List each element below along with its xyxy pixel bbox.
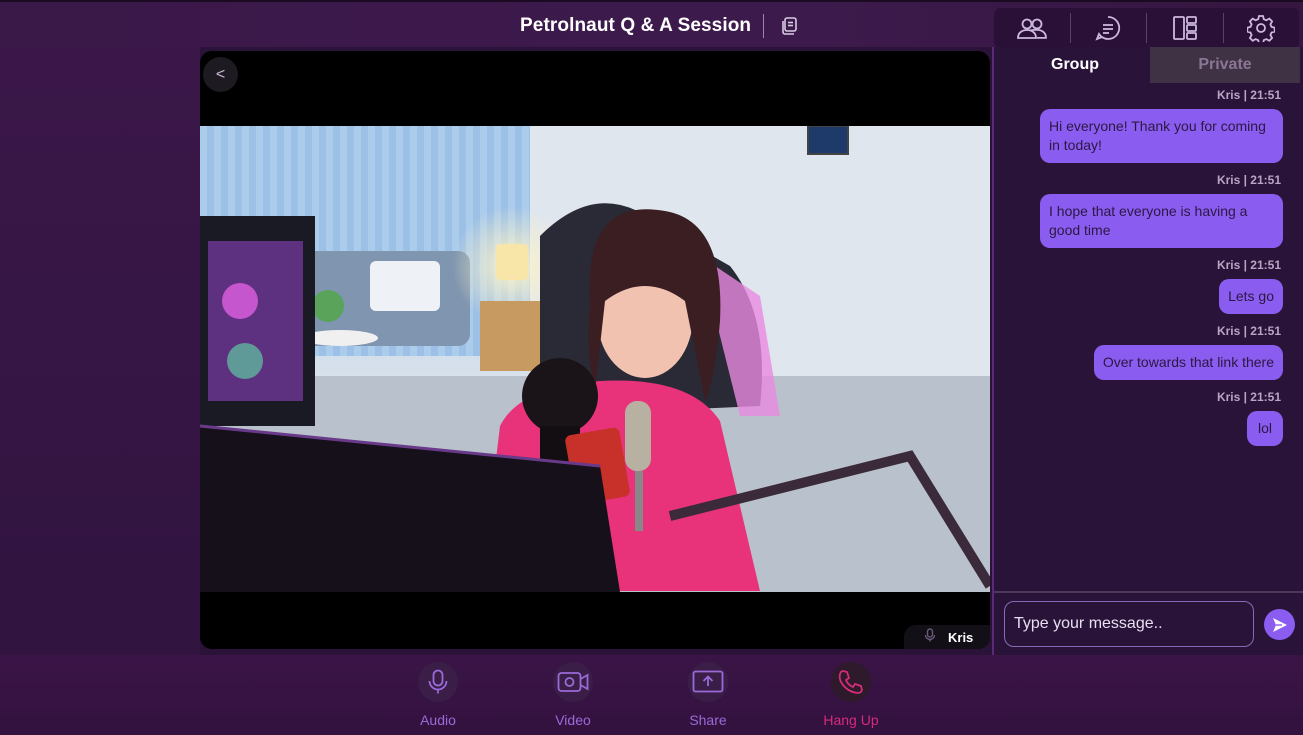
chat-panel: Group Private Kris | 21:51 Hi everyone! … [992,47,1303,655]
video-label: Video [555,712,591,728]
message-meta: Kris | 21:51 [1216,88,1281,102]
video-feed [200,126,990,592]
participants-icon[interactable] [994,8,1070,48]
bottom-controls: Audio Video Share Hang Up [0,655,1303,735]
camera-icon[interactable] [553,662,593,702]
title-area: Petrolnaut Q & A Session [520,12,802,40]
chat-tabs: Group Private [1000,47,1300,83]
message-meta: Kris | 21:51 [1216,258,1281,272]
tab-private[interactable]: Private [1150,47,1300,83]
share-control[interactable]: Share [668,662,748,728]
audio-control[interactable]: Audio [398,662,478,728]
chat-divider [994,591,1303,593]
message-bubble: Hi everyone! Thank you for coming in tod… [1040,109,1283,163]
back-button[interactable]: < [203,57,238,92]
chat-icon[interactable] [1071,8,1147,48]
page-title: Petrolnaut Q & A Session [520,15,752,36]
video-area: < Kris [200,51,990,649]
message-meta: Kris | 21:51 [1216,173,1281,187]
phone-icon[interactable] [831,662,871,702]
speaker-name: Kris [948,629,974,645]
video-scene [200,126,990,592]
tab-group[interactable]: Group [1000,47,1150,83]
hangup-control[interactable]: Hang Up [811,662,891,728]
settings-icon[interactable] [1224,8,1300,48]
mic-icon [924,627,936,647]
send-icon [1272,617,1287,632]
layout-icon[interactable] [1147,8,1223,48]
top-bar: Petrolnaut Q & A Session [0,0,1303,48]
speaker-name-tag: Kris [904,625,990,649]
message-bubble: Over towards that link there [1093,345,1283,380]
message-input[interactable] [1004,601,1254,647]
microphone-icon[interactable] [418,662,458,702]
video-control[interactable]: Video [533,662,613,728]
message-meta: Kris | 21:51 [1216,324,1281,338]
top-toolbar [994,8,1299,48]
audio-label: Audio [420,712,456,728]
copy-icon[interactable] [776,13,802,39]
message-bubble: I hope that everyone is having a good ti… [1040,194,1283,248]
title-divider [763,14,765,38]
hangup-label: Hang Up [823,712,879,728]
message-bubble: Lets go [1219,279,1283,314]
left-panel [0,47,200,655]
screen-share-icon[interactable] [688,662,728,702]
share-label: Share [689,712,727,728]
message-bubble: lol [1246,411,1283,446]
message-meta: Kris | 21:51 [1216,390,1281,404]
send-button[interactable] [1264,609,1295,640]
